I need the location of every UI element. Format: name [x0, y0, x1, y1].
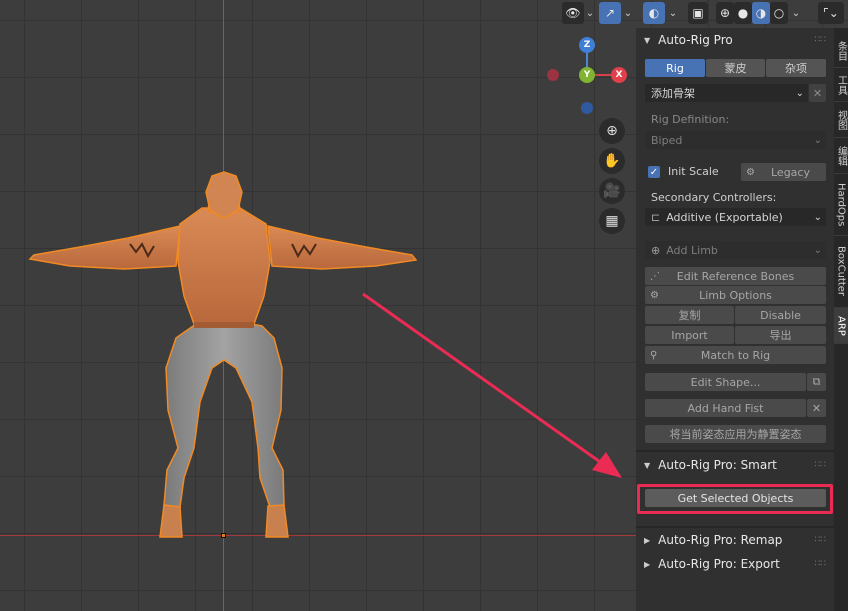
- close-icon[interactable]: ✕: [809, 84, 826, 102]
- drag-grip-icon[interactable]: ∷∷: [815, 460, 826, 470]
- xray-icon[interactable]: ▣: [688, 2, 708, 24]
- edit-shape-button[interactable]: Edit Shape...: [645, 373, 806, 391]
- chevron-down-icon: ⌄: [813, 211, 822, 223]
- gear-icon: ⚙: [650, 289, 659, 301]
- chevron-down-icon: ⌄: [813, 244, 822, 256]
- rig-definition-value: Biped: [651, 133, 683, 147]
- shape-icon[interactable]: ⧉: [807, 373, 826, 391]
- close-icon[interactable]: ✕: [807, 399, 826, 417]
- tab-boxcutter[interactable]: BoxCutter: [834, 236, 848, 308]
- secondary-controllers-dropdown[interactable]: ⊏ Additive (Exportable) ⌄: [645, 208, 826, 226]
- tab-skin[interactable]: 蒙皮: [706, 59, 765, 77]
- init-scale-checkbox[interactable]: ✓: [648, 166, 660, 178]
- bone-icon: ⊏: [651, 210, 661, 224]
- edit-reference-bones-button[interactable]: ⋰ Edit Reference Bones: [645, 267, 826, 285]
- copy-button[interactable]: 复制: [645, 306, 734, 324]
- expand-triangle-icon: ▼: [644, 460, 651, 470]
- panel-separator: [636, 450, 834, 452]
- tab-tool[interactable]: 工具: [834, 68, 848, 102]
- rendered-shading-icon[interactable]: ○: [770, 2, 788, 24]
- chevron-down-icon[interactable]: ⌄: [788, 2, 804, 24]
- sidebar-tabs: 条目 工具 视图 编辑 HardOps BoxCutter ARP: [834, 28, 848, 611]
- apply-pose-as-rest-button[interactable]: 将当前姿态应用为静置姿态: [645, 425, 826, 443]
- panel-header-smart[interactable]: ▼ Auto-Rig Pro: Smart ∷∷: [636, 453, 834, 477]
- panel-title: Auto-Rig Pro: [658, 33, 733, 47]
- tab-arp[interactable]: ARP: [834, 308, 848, 344]
- export-title: Auto-Rig Pro: Export: [658, 557, 780, 571]
- legacy-button[interactable]: ⚙ Legacy: [741, 163, 826, 181]
- add-armature-label: 添加骨架: [651, 87, 695, 100]
- edit-reference-bones-label: Edit Reference Bones: [676, 269, 795, 283]
- import-button[interactable]: Import: [645, 326, 734, 344]
- tab-rig[interactable]: Rig: [645, 59, 705, 77]
- rig-definition-dropdown[interactable]: Biped ⌄: [645, 131, 826, 149]
- chevron-down-icon: ⌄: [795, 87, 804, 99]
- collapsed-triangle-icon: ▶: [644, 535, 651, 545]
- drag-grip-icon[interactable]: ∷∷: [815, 535, 826, 545]
- add-hand-fist-button[interactable]: Add Hand Fist: [645, 399, 806, 417]
- chevron-down-icon[interactable]: ⌄: [665, 2, 681, 24]
- annotation-arrow: [362, 292, 622, 478]
- export-button[interactable]: 导出: [735, 326, 826, 344]
- panel-header-remap[interactable]: ▶ Auto-Rig Pro: Remap ∷∷: [636, 528, 834, 552]
- editor-type-icon[interactable]: ⌜⌄: [818, 2, 844, 24]
- limb-options-button[interactable]: ⚙ Limb Options: [645, 286, 826, 304]
- tab-misc[interactable]: 杂项: [766, 59, 826, 77]
- wireframe-shading-icon[interactable]: ⊕: [716, 2, 734, 24]
- drag-grip-icon[interactable]: ∷∷: [815, 35, 826, 45]
- add-armature-dropdown[interactable]: 添加骨架 ⌄: [645, 84, 808, 102]
- tab-item[interactable]: 条目: [834, 34, 848, 68]
- drag-grip-icon[interactable]: ∷∷: [815, 559, 826, 569]
- sidebar-panel: ▼ Auto-Rig Pro ∷∷ Rig 蒙皮 杂项 添加骨架 ⌄ ✕ Rig…: [636, 28, 834, 611]
- chevron-down-icon: ⌄: [813, 134, 822, 146]
- panel-header-export[interactable]: ▶ Auto-Rig Pro: Export ∷∷: [636, 552, 834, 576]
- init-scale-label: Init Scale: [668, 165, 719, 178]
- expand-triangle-icon: ▼: [644, 35, 651, 45]
- collapsed-triangle-icon: ▶: [644, 559, 651, 569]
- material-shading-icon[interactable]: ◑: [752, 2, 770, 24]
- tab-view[interactable]: 视图: [834, 102, 848, 138]
- solid-shading-icon[interactable]: ●: [734, 2, 752, 24]
- tab-hardops[interactable]: HardOps: [834, 174, 848, 236]
- figure-icon: ⚲: [650, 349, 658, 361]
- overlays-icon[interactable]: ◐: [643, 2, 665, 24]
- add-limb-dropdown[interactable]: ⊕ Add Limb ⌄: [645, 241, 826, 259]
- match-to-rig-button[interactable]: ⚲ Match to Rig: [645, 346, 826, 364]
- add-limb-label: Add Limb: [666, 243, 718, 257]
- highlight-box: [637, 484, 833, 514]
- panel-header-auto-rig-pro[interactable]: ▼ Auto-Rig Pro ∷∷: [636, 28, 834, 52]
- rig-definition-label: Rig Definition:: [651, 113, 730, 126]
- bones-icon: ⋰: [650, 270, 660, 282]
- tab-edit[interactable]: 编辑: [834, 138, 848, 174]
- gear-icon: ⚙: [746, 166, 755, 178]
- limb-options-label: Limb Options: [699, 288, 772, 302]
- secondary-controllers-label: Secondary Controllers:: [651, 191, 777, 204]
- add-icon: ⊕: [651, 243, 661, 257]
- smart-title: Auto-Rig Pro: Smart: [658, 458, 777, 472]
- disable-button[interactable]: Disable: [735, 306, 826, 324]
- legacy-label: Legacy: [771, 165, 810, 179]
- match-to-rig-label: Match to Rig: [700, 348, 771, 362]
- secondary-controllers-value: Additive (Exportable): [666, 210, 783, 224]
- remap-title: Auto-Rig Pro: Remap: [658, 533, 783, 547]
